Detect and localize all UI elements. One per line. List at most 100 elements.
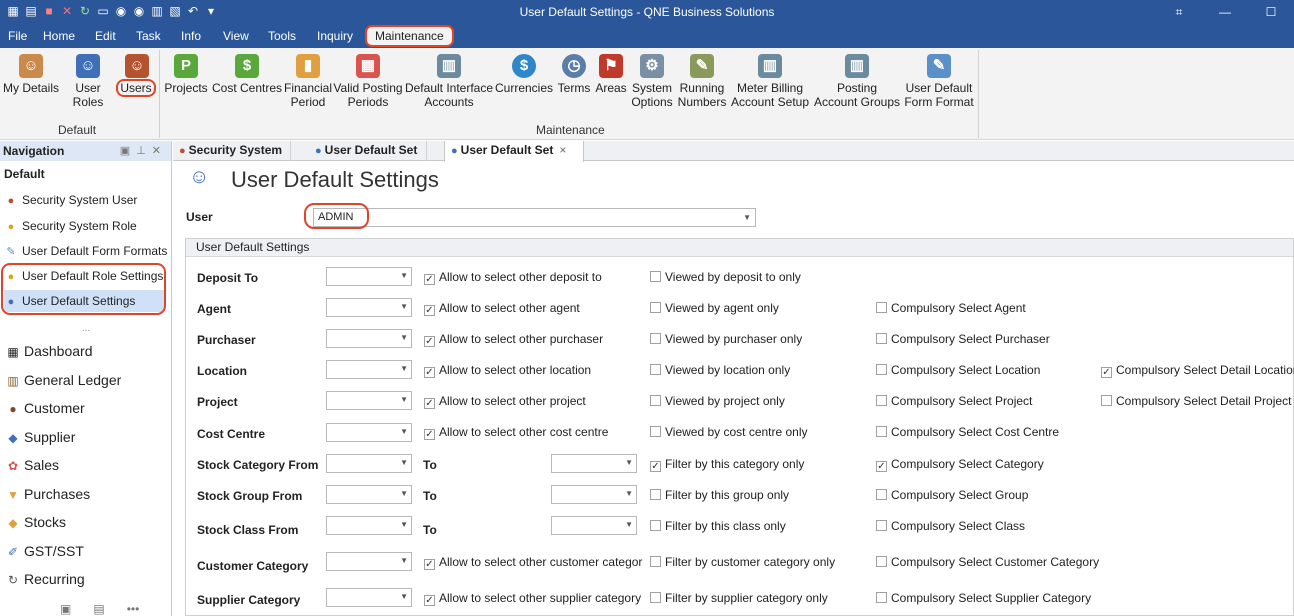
chk-compulsory-project[interactable]: Compulsory Select Project: [876, 394, 1032, 408]
stock-category-to-combo[interactable]: ▼: [551, 454, 637, 473]
valid-posting-periods-button[interactable]: ▦ Valid Posting Periods: [333, 54, 403, 109]
module-gst-sst[interactable]: ✐ GST/SST: [6, 538, 84, 564]
module-sales[interactable]: ✿ Sales: [6, 452, 59, 478]
book-icon: ▥: [437, 54, 461, 78]
fullscreen-icon[interactable]: ⌗: [1156, 0, 1202, 24]
default-interface-accounts-button[interactable]: ▥ Default Interface Accounts: [404, 54, 494, 109]
stock-group-from-combo[interactable]: ▼: [326, 485, 412, 504]
menu-maintenance[interactable]: Maintenance: [365, 25, 454, 47]
footer-list-icon[interactable]: ▤: [93, 602, 104, 616]
minimize-icon[interactable]: —: [1202, 0, 1248, 24]
tab-close-icon[interactable]: ×: [559, 143, 566, 157]
chk-allow-other-cost-centre[interactable]: ✓ Allow to select other cost centre: [424, 425, 608, 440]
areas-button[interactable]: ⚑ Areas: [594, 54, 628, 95]
chk-compulsory-cost-centre[interactable]: Compulsory Select Cost Centre: [876, 425, 1059, 439]
users-button[interactable]: ☺ Users: [116, 54, 157, 97]
meter-billing-account-setup-button[interactable]: ▥ Meter Billing Account Setup: [730, 54, 810, 109]
chk-compulsory-supplier-category[interactable]: Compulsory Select Supplier Category: [876, 591, 1091, 605]
running-numbers-button[interactable]: ✎ Running Numbers: [676, 54, 728, 109]
module-supplier[interactable]: ◆ Supplier: [6, 424, 75, 450]
deposit-to-combo[interactable]: ▼: [326, 267, 412, 286]
chk-allow-other-supplier-category[interactable]: ✓ Allow to select other supplier category: [424, 591, 641, 606]
nav-security-system-role[interactable]: ● Security System Role: [4, 215, 164, 237]
chk-compulsory-class[interactable]: Compulsory Select Class: [876, 519, 1025, 533]
menu-info[interactable]: Info: [181, 28, 201, 46]
user-label: User: [186, 210, 213, 224]
project-combo[interactable]: ▼: [326, 391, 412, 410]
chk-viewed-agent-only[interactable]: Viewed by agent only: [650, 301, 779, 315]
menu-file[interactable]: File: [8, 28, 27, 46]
chk-allow-other-customer-category[interactable]: ✓ Allow to select other customer categor: [424, 555, 642, 570]
tab-user-default-settings-1[interactable]: ● User Default Set: [309, 141, 427, 161]
stock-class-to-combo[interactable]: ▼: [551, 516, 637, 535]
chk-viewed-purchaser-only[interactable]: Viewed by purchaser only: [650, 332, 802, 346]
currencies-button[interactable]: $ Currencies: [495, 54, 553, 95]
customer-category-combo[interactable]: ▼: [326, 552, 412, 571]
user-default-form-format-button[interactable]: ✎ User Default Form Format: [903, 54, 975, 109]
stock-category-from-combo[interactable]: ▼: [326, 454, 412, 473]
terms-button[interactable]: ◷ Terms: [556, 54, 592, 95]
stock-class-from-combo[interactable]: ▼: [326, 516, 412, 535]
chk-viewed-cost-centre-only[interactable]: Viewed by cost centre only: [650, 425, 808, 439]
footer-grid-icon[interactable]: ▣: [60, 602, 71, 616]
supplier-category-combo[interactable]: ▼: [326, 588, 412, 607]
chk-compulsory-group[interactable]: Compulsory Select Group: [876, 488, 1028, 502]
pane-controls-icon[interactable]: ▣⊥✕: [120, 141, 167, 161]
posting-account-groups-button[interactable]: ▥ Posting Account Groups: [813, 54, 901, 109]
purchaser-combo[interactable]: ▼: [326, 329, 412, 348]
system-options-button[interactable]: ⚙ System Options: [630, 54, 674, 109]
stock-group-to-combo[interactable]: ▼: [551, 485, 637, 504]
chk-compulsory-customer-category[interactable]: Compulsory Select Customer Category: [876, 555, 1099, 569]
module-purchases[interactable]: ▼ Purchases: [6, 481, 90, 507]
menu-home[interactable]: Home: [43, 28, 75, 46]
user-select[interactable]: ADMIN ▼: [313, 208, 756, 227]
chk-filter-supplier-category[interactable]: Filter by supplier category only: [650, 591, 828, 605]
chk-viewed-location-only[interactable]: Viewed by location only: [650, 363, 790, 377]
my-details-button[interactable]: ☺ My Details: [3, 54, 59, 95]
chk-compulsory-purchaser[interactable]: Compulsory Select Purchaser: [876, 332, 1050, 346]
chk-compulsory-detail-location[interactable]: ✓ Compulsory Select Detail Location: [1101, 363, 1294, 378]
footer-more-icon[interactable]: •••: [127, 602, 140, 616]
module-recurring[interactable]: ↻ Recurring: [6, 566, 85, 592]
chk-filter-by-class[interactable]: Filter by this class only: [650, 519, 786, 533]
module-customer[interactable]: ● Customer: [6, 395, 84, 421]
chk-allow-other-location[interactable]: ✓ Allow to select other location: [424, 363, 591, 378]
nav-security-system-user[interactable]: ● Security System User: [4, 189, 164, 211]
menu-task[interactable]: Task: [136, 28, 161, 46]
module-stocks[interactable]: ◆ Stocks: [6, 509, 66, 535]
user-roles-button[interactable]: ☺ User Roles: [60, 54, 116, 109]
chk-filter-by-category[interactable]: ✓ Filter by this category only: [650, 457, 804, 472]
tab-user-default-settings-2[interactable]: ● User Default Set ×: [444, 141, 584, 162]
menu-view[interactable]: View: [223, 28, 249, 46]
chk-allow-other-purchaser[interactable]: ✓ Allow to select other purchaser: [424, 332, 603, 347]
chk-filter-by-group[interactable]: Filter by this group only: [650, 488, 789, 502]
cost-centre-combo[interactable]: ▼: [326, 423, 412, 442]
module-general-ledger[interactable]: ▥ General Ledger: [6, 367, 121, 393]
chk-allow-other-agent[interactable]: ✓ Allow to select other agent: [424, 301, 580, 316]
document-tabs: ● Security System ● User Default Set ● User…: [173, 141, 1294, 162]
menu-inquiry[interactable]: Inquiry: [317, 28, 353, 46]
chk-allow-other-deposit[interactable]: ✓ Allow to select other deposit to: [424, 270, 602, 285]
chk-compulsory-location[interactable]: Compulsory Select Location: [876, 363, 1040, 377]
module-dashboard[interactable]: ▦ Dashboard: [6, 338, 92, 364]
maximize-icon[interactable]: ☐: [1248, 0, 1294, 24]
chk-allow-other-project[interactable]: ✓ Allow to select other project: [424, 394, 586, 409]
chevron-down-icon[interactable]: ▼: [743, 209, 751, 226]
projects-button[interactable]: P Projects: [163, 54, 209, 95]
chk-viewed-project-only[interactable]: Viewed by project only: [650, 394, 785, 408]
cost-centres-button[interactable]: $ Cost Centres: [211, 54, 283, 95]
menu-tools[interactable]: Tools: [268, 28, 296, 46]
row-label-stock-category-from: Stock Category From: [197, 458, 319, 472]
financial-period-button[interactable]: ▮ Financial Period: [284, 54, 332, 109]
chk-viewed-deposit-only[interactable]: Viewed by deposit to only: [650, 270, 801, 284]
menu-edit[interactable]: Edit: [95, 28, 116, 46]
pane-splitter[interactable]: ...: [0, 323, 172, 334]
nav-user-default-form-formats[interactable]: ✎ User Default Form Formats: [4, 240, 167, 262]
agent-combo[interactable]: ▼: [326, 298, 412, 317]
tab-security-system[interactable]: ● Security System: [173, 141, 291, 161]
chk-compulsory-agent[interactable]: Compulsory Select Agent: [876, 301, 1026, 315]
location-combo[interactable]: ▼: [326, 360, 412, 379]
chk-compulsory-category[interactable]: ✓ Compulsory Select Category: [876, 457, 1044, 472]
chk-filter-customer-category[interactable]: Filter by customer category only: [650, 555, 835, 569]
chk-compulsory-detail-project[interactable]: Compulsory Select Detail Project: [1101, 394, 1291, 408]
